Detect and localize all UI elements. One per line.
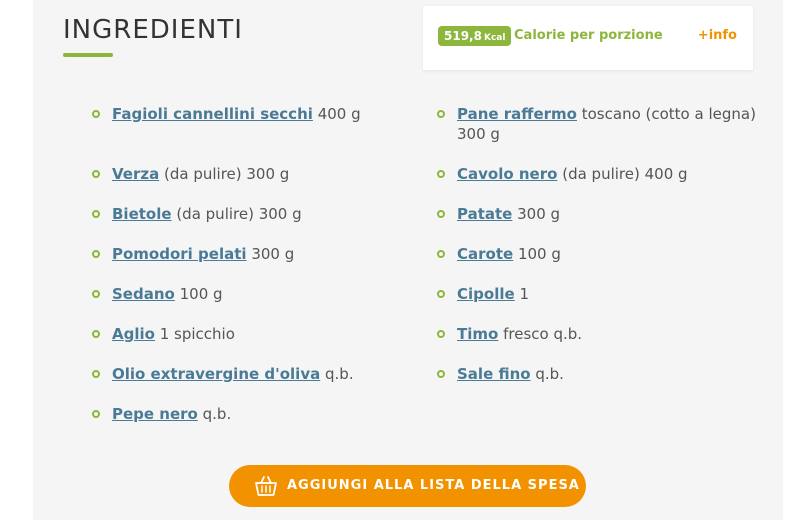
ingredient-link[interactable]: Pepe nero	[112, 405, 198, 423]
ingredient-item: Pepe nero q.b.	[92, 404, 412, 424]
bullet-icon	[437, 290, 445, 298]
bullet-icon	[92, 250, 100, 258]
ingredient-item: Patate 300 g	[437, 204, 757, 224]
bullet-icon	[92, 290, 100, 298]
ingredient-detail: q.b.	[325, 365, 354, 383]
shopping-basket-icon	[255, 476, 277, 496]
ingredient-link[interactable]: Patate	[457, 205, 512, 223]
ingredient-detail: fresco q.b.	[503, 325, 583, 343]
ingredient-link[interactable]: Bietole	[112, 205, 172, 223]
ingredient-item: Pomodori pelati 300 g	[92, 244, 412, 264]
ingredient-link[interactable]: Timo	[457, 325, 498, 343]
ingredient-detail: q.b.	[535, 365, 564, 383]
ingredient-link[interactable]: Sale fino	[457, 365, 531, 383]
ingredient-item: Aglio 1 spicchio	[92, 324, 412, 344]
bullet-icon	[92, 330, 100, 338]
ingredient-detail: 100 g	[179, 285, 223, 303]
ingredient-detail: (da pulire) 400 g	[562, 165, 688, 183]
ingredients-card: INGREDIENTI 519,8 Kcal Calorie per porzio…	[33, 0, 783, 520]
ingredient-detail: 400 g	[317, 105, 361, 123]
more-info-link[interactable]: +info	[698, 26, 737, 46]
bullet-icon	[437, 110, 445, 118]
ingredient-detail: q.b.	[202, 405, 232, 423]
kcal-value: 519,8	[444, 29, 482, 43]
bullet-icon	[437, 250, 445, 258]
ingredient-item: Sale fino q.b.	[437, 364, 757, 384]
bullet-icon	[92, 370, 100, 378]
ingredient-link[interactable]: Cipolle	[457, 285, 515, 303]
ingredient-detail: (da pulire) 300 g	[176, 205, 302, 223]
ingredient-link[interactable]: Carote	[457, 245, 513, 263]
bullet-icon	[437, 330, 445, 338]
ingredient-detail: 1 spicchio	[159, 325, 235, 343]
ingredient-detail: (da pulire) 300 g	[164, 165, 290, 183]
ingredient-item: Cipolle 1	[437, 284, 757, 304]
bullet-icon	[437, 210, 445, 218]
calories-info-box: 519,8 Kcal Calorie per porzione +info	[423, 6, 753, 70]
kcal-badge: 519,8 Kcal	[438, 26, 512, 46]
bullet-icon	[92, 110, 100, 118]
ingredient-detail: 1	[519, 285, 529, 303]
ingredient-item: Fagioli cannellini secchi 400 g	[92, 104, 412, 124]
bullet-icon	[92, 410, 100, 418]
ingredient-item: Olio extravergine d'oliva q.b.	[92, 364, 412, 384]
bullet-icon	[437, 370, 445, 378]
ingredient-item: Cavolo nero (da pulire) 400 g	[437, 164, 757, 184]
kcal-unit: Kcal	[483, 33, 506, 43]
ingredient-detail: 300 g	[251, 245, 295, 263]
ingredient-link[interactable]: Fagioli cannellini secchi	[112, 105, 313, 123]
ingredient-link[interactable]: Pomodori pelati	[112, 245, 247, 263]
ingredient-item: Carote 100 g	[437, 244, 757, 264]
ingredient-link[interactable]: Olio extravergine d'oliva	[112, 365, 320, 383]
calorie-label: Calorie per porzione	[514, 28, 663, 43]
ingredient-item: Bietole (da pulire) 300 g	[92, 204, 412, 224]
add-to-shopping-list-button[interactable]: AGGIUNGI ALLA LISTA DELLA SPESA	[229, 465, 586, 507]
title-underline	[63, 53, 113, 57]
ingredient-detail: 300 g	[517, 205, 561, 223]
ingredient-item: Verza (da pulire) 300 g	[92, 164, 412, 184]
ingredient-link[interactable]: Aglio	[112, 325, 155, 343]
ingredient-item: Sedano 100 g	[92, 284, 412, 304]
ingredient-link[interactable]: Sedano	[112, 285, 175, 303]
bullet-icon	[92, 210, 100, 218]
ingredient-detail: 100 g	[517, 245, 561, 263]
ingredient-link[interactable]: Pane raffermo	[457, 105, 577, 123]
bullet-icon	[437, 170, 445, 178]
ingredient-link[interactable]: Verza	[112, 165, 159, 183]
ingredient-link[interactable]: Cavolo nero	[457, 165, 557, 183]
button-label: AGGIUNGI ALLA LISTA DELLA SPESA	[287, 478, 580, 493]
section-title: INGREDIENTI	[63, 15, 243, 45]
bullet-icon	[92, 170, 100, 178]
ingredient-item: Pane raffermo toscano (cotto a legna) 30…	[437, 104, 757, 144]
ingredient-item: Timo fresco q.b.	[437, 324, 757, 344]
